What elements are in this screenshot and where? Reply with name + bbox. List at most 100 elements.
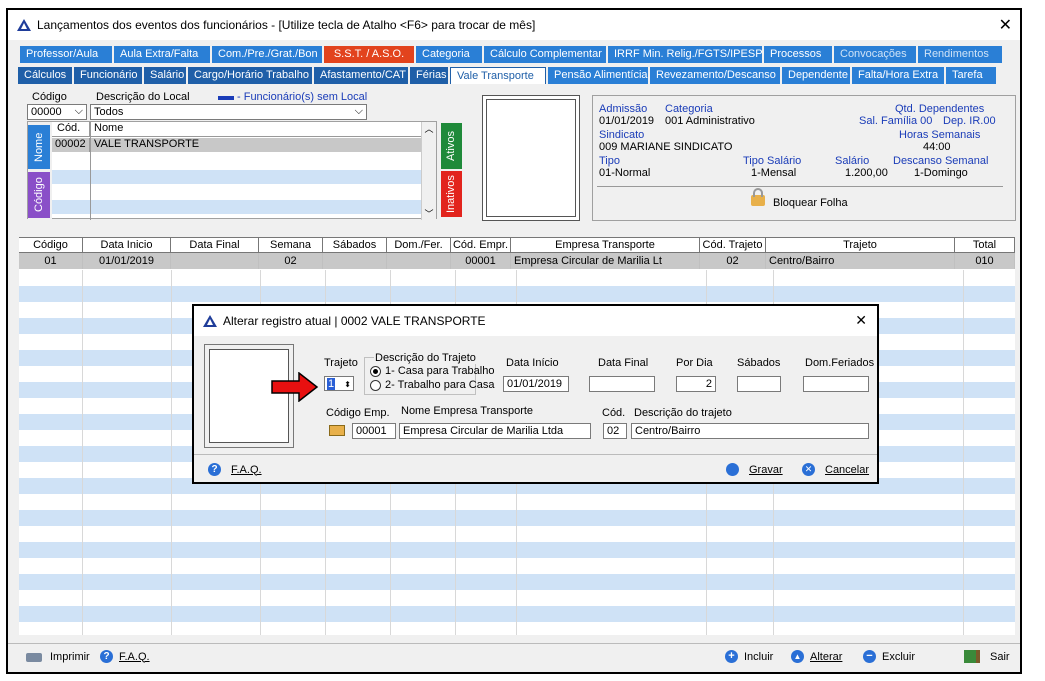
tipo-label: Tipo	[599, 155, 620, 167]
col-cod-empr[interactable]: Cód. Empr.	[451, 237, 511, 252]
cod-trajeto-input[interactable]: 02	[603, 423, 627, 439]
imprimir-button[interactable]: Imprimir	[26, 651, 90, 663]
sort-by-codigo-tab[interactable]: Código	[28, 172, 50, 218]
tab-row-1: Professor/Aula Aula Extra/Falta Com./Pre…	[20, 46, 1004, 63]
excluir-button[interactable]: − Excluir	[863, 650, 915, 663]
descricao-trajeto-field-label: Descrição do trajeto	[634, 407, 732, 419]
dialog-close-button[interactable]: ✕	[855, 312, 867, 329]
folder-open-icon[interactable]	[329, 425, 345, 436]
tab-convocacoes[interactable]: Convocações	[834, 46, 916, 63]
table-row[interactable]: 01 01/01/2019 02 00001 Empresa Circular …	[19, 253, 1015, 269]
tab-vale-transporte[interactable]: Vale Transporte	[450, 67, 546, 84]
incluir-button[interactable]: + Incluir	[725, 650, 773, 663]
nome-empresa-input[interactable]: Empresa Circular de Marilia Ltda	[399, 423, 591, 439]
legend-text: - Funcionário(s) sem Local	[237, 91, 368, 103]
radio-trabalho-casa[interactable]: 2- Trabalho para Casa	[370, 379, 494, 391]
tab-tarefa[interactable]: Tarefa	[946, 67, 996, 84]
list-scrollbar[interactable]: ︿ ﹀	[421, 122, 436, 220]
local-select[interactable]: Todos ⌵	[90, 104, 367, 120]
data-final-input[interactable]	[589, 376, 655, 392]
bloquear-folha-button[interactable]: Bloquear Folha	[773, 197, 848, 209]
cod-trajeto-label: Cód.	[602, 407, 626, 419]
app-warning-icon	[17, 19, 31, 31]
tab-ferias[interactable]: Férias	[410, 67, 448, 84]
tab-cargo-horario[interactable]: Cargo/Horário Trabalho	[188, 67, 312, 84]
radio-unchecked-icon	[370, 379, 381, 391]
exit-door-icon	[964, 650, 980, 663]
tab-dependente[interactable]: Dependente	[782, 67, 850, 84]
faq-button[interactable]: ? F.A.Q.	[100, 650, 150, 663]
descricao-trajeto-input[interactable]: Centro/Bairro	[631, 423, 869, 439]
por-dia-input[interactable]: 2	[676, 376, 716, 392]
col-empresa-transporte[interactable]: Empresa Transporte	[511, 237, 700, 252]
col-cod-header[interactable]: Cód.	[52, 122, 90, 136]
dialog-faq-button[interactable]: ? F.A.Q.	[208, 463, 262, 476]
nome-empresa-label: Nome Empresa Transporte	[401, 405, 534, 417]
tab-calculo-complementar[interactable]: Cálculo Complementar	[484, 46, 606, 63]
tab-afastamento[interactable]: Afastamento/CAT	[314, 67, 408, 84]
col-nome-header[interactable]: Nome	[90, 122, 123, 136]
col-sabados[interactable]: Sábados	[323, 237, 387, 252]
tab-categoria[interactable]: Categoria	[416, 46, 482, 63]
col-trajeto[interactable]: Trajeto	[766, 237, 955, 252]
data-final-label: Data Final	[598, 357, 649, 369]
dom-feriados-input[interactable]	[803, 376, 869, 392]
col-codigo[interactable]: Código	[19, 237, 83, 252]
help-icon: ?	[208, 463, 221, 476]
employee-photo	[482, 95, 580, 221]
tab-professor-aula[interactable]: Professor/Aula	[20, 46, 112, 63]
scroll-up-icon[interactable]: ︿	[422, 122, 436, 135]
pointer-arrow-icon	[271, 372, 319, 402]
sabados-input[interactable]	[737, 376, 781, 392]
spinner-icon[interactable]: ⬍	[344, 377, 351, 390]
tab-aula-extra[interactable]: Aula Extra/Falta	[114, 46, 210, 63]
scroll-down-icon[interactable]: ﹀	[422, 207, 436, 220]
dom-feriados-label: Dom.Feriados	[805, 357, 875, 369]
gravar-button[interactable]: Gravar	[726, 463, 783, 476]
sabados-label: Sábados	[737, 357, 781, 369]
trajeto-label: Trajeto	[324, 357, 358, 369]
tab-rendimentos[interactable]: Rendimentos	[918, 46, 1002, 63]
printer-icon	[26, 652, 42, 662]
radio-casa-trabalho[interactable]: 1- Casa para Trabalho	[370, 365, 494, 377]
cancel-icon: ✕	[802, 463, 815, 476]
ativos-tab[interactable]: Ativos	[441, 123, 462, 169]
tab-funcionario[interactable]: Funcionário	[74, 67, 142, 84]
codigo-select[interactable]: 00000 ⌵	[27, 104, 87, 120]
categoria-label: Categoria	[665, 103, 713, 115]
sort-by-nome-tab[interactable]: Nome	[28, 125, 50, 169]
alterar-button[interactable]: ▲ Alterar	[791, 650, 842, 663]
col-dom-fer[interactable]: Dom./Fer.	[387, 237, 451, 252]
trajeto-stepper[interactable]: 1 ⬍	[324, 376, 354, 391]
sair-button[interactable]: Sair	[964, 650, 1010, 663]
close-button[interactable]: ✕	[999, 15, 1012, 35]
inativos-tab[interactable]: Inativos	[441, 171, 462, 217]
tab-sst-aso[interactable]: S.S.T. / A.S.O.	[324, 46, 414, 63]
tab-revezamento[interactable]: Revezamento/Descanso	[650, 67, 780, 84]
col-data-inicio[interactable]: Data Inicio	[83, 237, 171, 252]
horas-semanais-value: 44:00	[923, 141, 951, 153]
data-inicio-input[interactable]: 01/01/2019	[503, 376, 569, 392]
col-total[interactable]: Total	[955, 237, 1015, 252]
minus-icon: −	[863, 650, 876, 663]
tipo-value: 01-Normal	[599, 167, 651, 179]
tab-processos[interactable]: Processos	[764, 46, 832, 63]
tab-falta-hora-extra[interactable]: Falta/Hora Extra	[852, 67, 944, 84]
codigo-emp-input[interactable]: 00001	[352, 423, 396, 439]
tab-calculos[interactable]: Cálculos	[18, 67, 72, 84]
descricao-local-label: Descrição do Local	[96, 91, 190, 103]
tab-row-2: Cálculos Funcionário Salário Cargo/Horár…	[18, 67, 998, 84]
sindicato-value: 009 MARIANE SINDICATO	[599, 141, 733, 153]
cancelar-button[interactable]: ✕ Cancelar	[802, 463, 869, 476]
tab-salario[interactable]: Salário	[144, 67, 186, 84]
tab-pensao[interactable]: Pensão Alimentícia	[548, 67, 648, 84]
col-cod-trajeto[interactable]: Cód. Trajeto	[700, 237, 766, 252]
salario-value: 1.200,00	[845, 167, 888, 179]
list-item[interactable]: 00002 VALE TRANSPORTE	[52, 138, 422, 152]
dialog-title: Alterar registro atual | 0002 VALE TRANS…	[223, 314, 486, 328]
col-semana[interactable]: Semana	[259, 237, 323, 252]
admissao-value: 01/01/2019	[599, 115, 655, 127]
col-data-final[interactable]: Data Final	[171, 237, 259, 252]
tab-com-pre-grat[interactable]: Com./Pre./Grat./Bon	[212, 46, 322, 63]
tab-irrf[interactable]: IRRF Min. Relig./FGTS/IPESP	[608, 46, 763, 63]
